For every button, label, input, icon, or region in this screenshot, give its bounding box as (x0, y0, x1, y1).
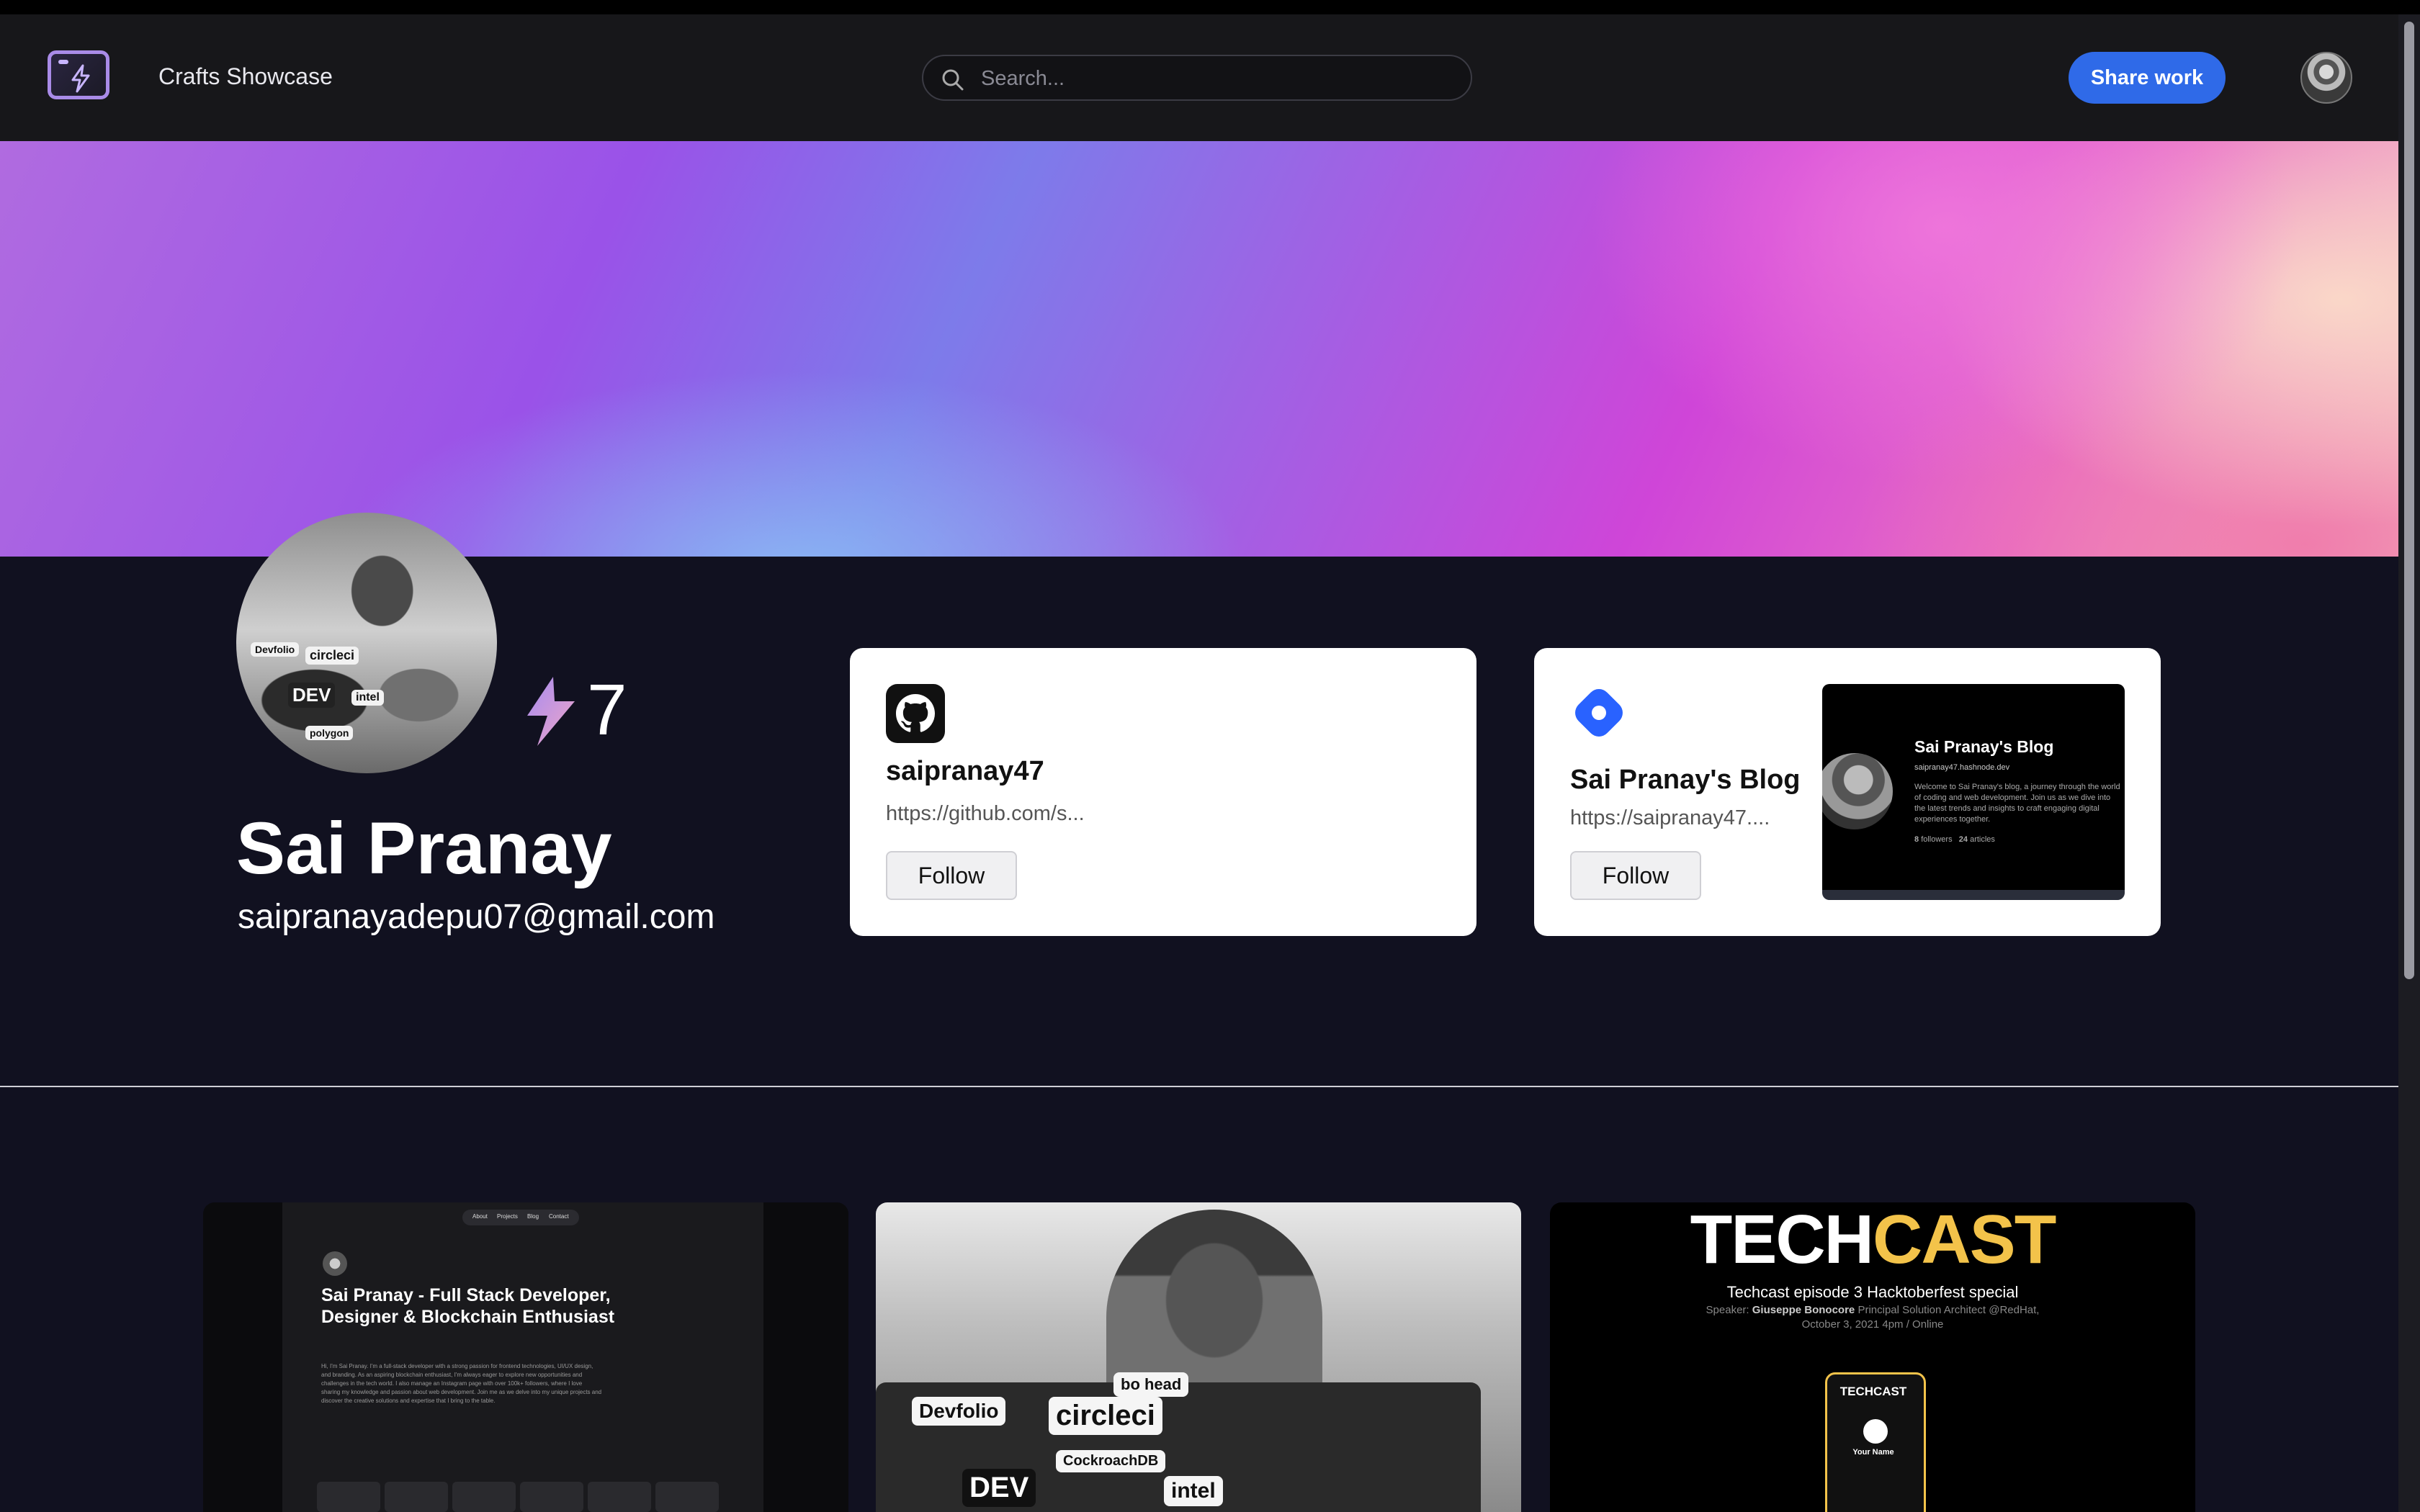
top-navbar: Crafts Showcase Share work (0, 14, 2398, 141)
github-username: saipranay47 (886, 756, 1044, 786)
blog-articles-label: articles (1970, 835, 1995, 844)
app-title[interactable]: Crafts Showcase (158, 63, 333, 90)
github-icon (886, 684, 945, 743)
portfolio-nav-item: Projects (497, 1213, 518, 1220)
laptop-sticker: CockroachDB (1056, 1450, 1166, 1472)
techcast-speaker: Speaker: Giuseppe Bonocore Principal Sol… (1550, 1303, 2195, 1331)
techcast-subtitle: Techcast episode 3 Hacktoberfest special (1726, 1283, 2019, 1301)
logo-dots (58, 60, 68, 64)
portfolio-nav-item: About (472, 1213, 488, 1220)
portfolio-nav: About Projects Blog Contact (462, 1210, 579, 1225)
user-avatar[interactable] (2300, 52, 2352, 104)
profile-email: saipranayadepu07@gmail.com (238, 898, 715, 936)
blog-preview-title: Sai Pranay's Blog (1914, 737, 2054, 756)
techcast-speaker-name: Giuseppe Bonocore (1752, 1304, 1855, 1316)
laptop-sticker: intel (1164, 1476, 1223, 1506)
techcast-speaker-role: Principal Solution Architect @RedHat, (1857, 1304, 2040, 1316)
github-follow-button[interactable]: Follow (886, 851, 1017, 900)
project-card-techcast[interactable]: TECHCAST Techcast episode 3 Hacktoberfes… (1550, 1202, 2195, 1512)
search-bar[interactable] (922, 55, 1472, 101)
blog-preview-stats: 8 followers 24 articles (1914, 835, 1995, 844)
blog-follow-button[interactable]: Follow (1570, 851, 1701, 900)
laptop-sticker: circleci (1049, 1397, 1162, 1435)
blog-preview-image[interactable]: Sai Pranay's Blog saipranay47.hashnode.d… (1822, 684, 2125, 900)
portfolio-avatar (323, 1251, 347, 1276)
techcast-title: TECHCAST (1550, 1205, 2195, 1274)
phone-avatar-icon (1863, 1419, 1888, 1444)
project-card-photo[interactable]: Devfolio circleci CockroachDB DEV bo hea… (876, 1202, 1521, 1512)
search-icon (942, 69, 964, 91)
profile-name: Sai Pranay (236, 807, 612, 889)
blog-preview-avatar (1822, 753, 1893, 829)
karma-count: 7 (587, 670, 627, 750)
bolt-icon (71, 64, 90, 93)
blog-preview-description: Welcome to Sai Pranay's blog, a journey … (1914, 783, 2120, 824)
portfolio-nav-item: Contact (549, 1213, 569, 1220)
blog-preview-domain: saipranay47.hashnode.dev (1914, 763, 2010, 772)
section-divider (0, 1086, 2398, 1087)
blog-articles-count: 24 (1958, 835, 1968, 844)
techcast-speaker-label: Speaker: (1706, 1304, 1749, 1316)
laptop-sticker: Devfolio (912, 1397, 1006, 1426)
app-logo-icon[interactable] (48, 50, 109, 99)
share-work-button[interactable]: Share work (2069, 52, 2226, 104)
techcast-date: October 3, 2021 4pm / Online (1801, 1318, 1944, 1331)
portfolio-screenshot: About Projects Blog Contact Sai Pranay -… (282, 1202, 763, 1512)
blog-followers-count: 8 (1914, 835, 1919, 844)
profile-avatar: Devfolio circleci DEV intel polygon (236, 513, 497, 773)
profile-banner (0, 141, 2398, 557)
portfolio-logo-row (317, 1482, 720, 1512)
techcast-title-yellow: CAST (1873, 1202, 2056, 1278)
scrollbar-thumb[interactable] (2404, 22, 2414, 979)
phone-name: Your Name (1852, 1448, 1894, 1457)
blog-url[interactable]: https://saipranay47.... (1570, 806, 1770, 830)
techcast-phone-mockup: TECHCAST Your Name (1825, 1372, 1926, 1512)
project-card-portfolio[interactable]: About Projects Blog Contact Sai Pranay -… (203, 1202, 848, 1512)
photo-sticker: Devfolio (251, 642, 300, 657)
blog-title: Sai Pranay's Blog (1570, 765, 1801, 795)
phone-title: TECHCAST (1839, 1385, 1907, 1398)
github-link-card[interactable]: saipranay47 https://github.com/s... Foll… (850, 648, 1476, 936)
portfolio-nav-item: Blog (527, 1213, 539, 1220)
karma-bolt-icon (527, 677, 575, 746)
laptop-sticker: bo head (1113, 1372, 1189, 1397)
photo-sticker: intel (351, 690, 384, 706)
laptop-with-stickers: Devfolio circleci CockroachDB DEV bo hea… (876, 1372, 1481, 1512)
hashnode-icon (1570, 684, 1628, 742)
photo-sticker: circleci (305, 647, 359, 665)
blog-followers-label: followers (1921, 835, 1953, 844)
window-top-strip (0, 0, 2420, 14)
portfolio-heading: Sai Pranay - Full Stack Developer, Desig… (321, 1285, 615, 1327)
photo-sticker: DEV (288, 683, 336, 708)
techcast-title-white: TECH (1690, 1202, 1874, 1278)
photo-sticker: polygon (305, 726, 354, 740)
laptop-sticker: DEV (962, 1469, 1036, 1507)
blog-link-card[interactable]: Sai Pranay's Blog https://saipranay47...… (1534, 648, 2161, 936)
search-input[interactable] (980, 63, 1458, 94)
portfolio-paragraph: Hi, I'm Sai Pranay. I'm a full-stack dev… (321, 1363, 602, 1404)
github-url[interactable]: https://github.com/s... (886, 802, 1085, 826)
